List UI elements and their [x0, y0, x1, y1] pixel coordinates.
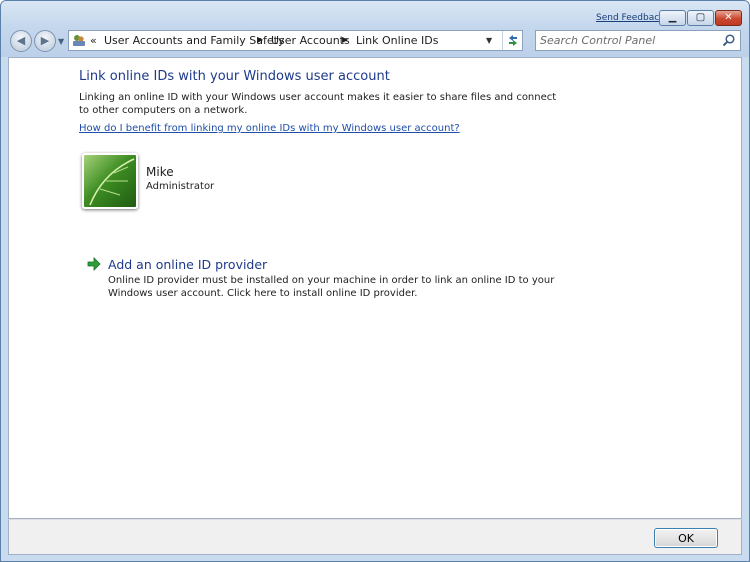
minimize-button[interactable]: ▁ — [659, 10, 686, 26]
forward-button[interactable]: ▶ — [34, 30, 56, 52]
search-box[interactable] — [535, 30, 741, 51]
recent-pages-dropdown[interactable]: ▼ — [58, 37, 64, 46]
breadcrumb-link-online-ids[interactable]: Link Online IDs — [356, 34, 438, 47]
search-input[interactable] — [540, 32, 710, 48]
address-overflow-chevron[interactable]: « — [90, 34, 97, 47]
control-panel-window: Send Feedback ▁ ▢ ✕ ◀ ▶ ▼ « User Account… — [0, 0, 750, 562]
breadcrumb-user-accounts[interactable]: User Accounts — [271, 34, 350, 47]
user-role: Administrator — [146, 181, 215, 192]
content-pane: Link online IDs with your Windows user a… — [8, 57, 742, 519]
send-feedback-link[interactable]: Send Feedback — [596, 13, 664, 23]
control-panel-icon — [73, 35, 85, 46]
address-bar[interactable]: « User Accounts and Family Safety ▶ User… — [68, 30, 523, 51]
maximize-icon: ▢ — [695, 12, 706, 23]
maximize-button[interactable]: ▢ — [687, 10, 714, 26]
search-icon[interactable] — [722, 33, 736, 47]
green-arrow-icon[interactable] — [87, 257, 101, 271]
minimize-icon: ▁ — [668, 12, 677, 23]
breadcrumb-separator-icon[interactable]: ▶ — [257, 35, 263, 44]
address-dropdown-icon[interactable]: ▼ — [486, 36, 492, 45]
footer-bar: OK — [8, 519, 742, 555]
breadcrumb-separator-icon[interactable]: ▶ — [342, 35, 348, 44]
forward-arrow-icon: ▶ — [40, 34, 50, 47]
ok-button[interactable]: OK — [654, 528, 718, 548]
back-arrow-icon: ◀ — [16, 34, 26, 47]
add-online-id-provider-link[interactable]: Add an online ID provider — [108, 257, 267, 272]
back-button[interactable]: ◀ — [10, 30, 32, 52]
refresh-button[interactable] — [502, 31, 523, 50]
refresh-icon — [509, 35, 517, 46]
page-title: Link online IDs with your Windows user a… — [79, 69, 390, 84]
user-name: Mike — [146, 165, 174, 179]
close-icon: ✕ — [724, 12, 733, 23]
page-description: Linking an online ID with your Windows u… — [79, 92, 557, 116]
add-provider-description[interactable]: Online ID provider must be installed on … — [108, 274, 568, 300]
help-link[interactable]: How do I benefit from linking my online … — [79, 123, 460, 134]
close-button[interactable]: ✕ — [715, 10, 742, 26]
user-avatar-leaf-icon — [82, 153, 138, 209]
